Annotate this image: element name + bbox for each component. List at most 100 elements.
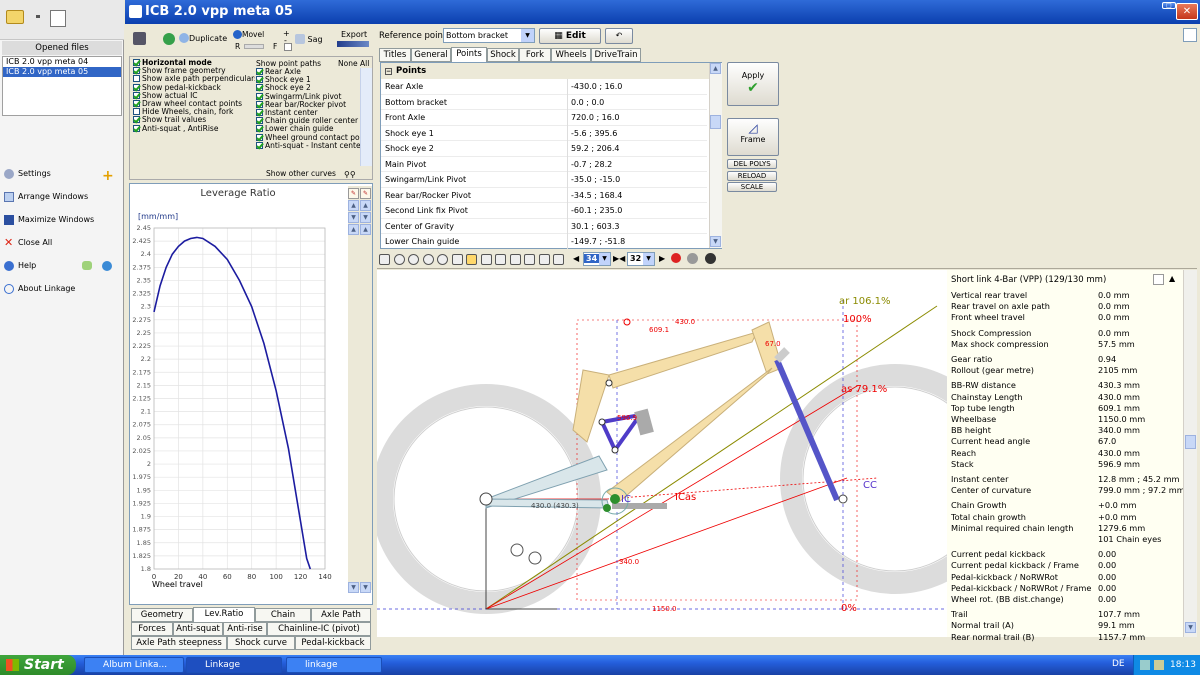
point-paths-scrollbar[interactable] xyxy=(360,68,372,166)
dropdown-arrow-icon[interactable] xyxy=(36,15,40,18)
bike-tool-icon[interactable] xyxy=(133,32,146,45)
r-slider[interactable] xyxy=(244,44,264,49)
checkbox[interactable] xyxy=(133,67,140,75)
path-item[interactable]: Rear bar/Rocker pivot xyxy=(256,100,372,109)
chat-icon[interactable] xyxy=(82,261,92,270)
tab-chainline-offset[interactable]: Chainline-IC (pivot) offset xyxy=(267,622,371,647)
path-item[interactable]: Shock eye 2 xyxy=(256,84,372,92)
task-linkage-folder[interactable]: linkage xyxy=(286,657,382,673)
point-value[interactable]: -149.7 ; -51.8 xyxy=(571,234,625,249)
pencil-alt-tool-icon[interactable]: ✎ xyxy=(360,188,371,199)
point-row[interactable]: Front Axle 720.0 ; 16.0 xyxy=(381,110,707,126)
network-icon[interactable] xyxy=(1154,660,1164,670)
task-album[interactable]: Album Linka... xyxy=(84,657,184,673)
scale-button[interactable]: SCALE xyxy=(727,182,777,192)
point-value[interactable]: 720.0 ; 16.0 xyxy=(571,110,620,125)
scroll-up-icon[interactable]: ▲ xyxy=(348,224,359,235)
restore-button[interactable]: □ xyxy=(1162,2,1176,9)
point-row[interactable]: Lower Chain guide -149.7 ; -51.8 xyxy=(381,234,707,249)
globe-icon[interactable] xyxy=(163,33,175,45)
tab-anti-squat[interactable]: Anti-squat xyxy=(173,622,223,636)
tab-axle-path[interactable]: Axle Path xyxy=(311,608,371,622)
point-row[interactable]: Swingarm/Link Pivot -35.0 ; -15.0 xyxy=(381,172,707,188)
path-item[interactable]: Wheel ground contact po xyxy=(256,133,372,142)
bike-drawing-area[interactable]: ar 106.1% 100% as 79.1% 0% IC ICas CC 60… xyxy=(377,270,947,637)
path-item[interactable]: Swingarm/Link pivot xyxy=(256,92,372,101)
checkbox[interactable] xyxy=(133,99,140,107)
disc-icon[interactable] xyxy=(687,253,698,264)
undo-button[interactable]: ↶ xyxy=(605,28,633,44)
tab-axle-steepness[interactable]: Axle Path steepness xyxy=(131,636,227,650)
pencil-tool-icon[interactable]: ✎ xyxy=(348,188,359,199)
grid-toggle-icon[interactable] xyxy=(524,254,535,265)
all-link[interactable]: All xyxy=(360,59,369,68)
copy-icon[interactable] xyxy=(538,254,550,265)
new-file-icon[interactable] xyxy=(50,10,66,27)
arrow-up-icon[interactable]: ▲ xyxy=(348,200,359,211)
arrow-down-icon[interactable]: ▼ xyxy=(360,212,371,223)
zoom-fit-icon[interactable] xyxy=(422,254,434,265)
none-link[interactable]: None xyxy=(338,59,358,68)
f-checkbox[interactable] xyxy=(284,43,292,51)
tab-drivetrain[interactable]: DriveTrain xyxy=(591,48,641,62)
point-value[interactable]: -35.0 ; -15.0 xyxy=(571,172,620,187)
collapse-icon[interactable]: − xyxy=(385,68,392,75)
apply-button[interactable]: Apply ✔ xyxy=(727,62,779,106)
next-arrow-icon[interactable]: ▶ xyxy=(659,254,665,263)
scroll-thumb[interactable] xyxy=(1185,435,1196,449)
duplicate-button[interactable]: Duplicate xyxy=(179,33,227,43)
scroll-up-icon[interactable]: ▲ xyxy=(710,63,721,74)
option-anti-squat[interactable]: Anti-squat , AntiRise xyxy=(133,124,255,133)
tab-wheels[interactable]: Wheels xyxy=(551,48,591,62)
checkbox[interactable] xyxy=(133,75,140,83)
point-value[interactable]: -34.5 ; 168.4 xyxy=(571,188,622,203)
sag-button[interactable]: Sag xyxy=(295,34,323,44)
menu-maximize-windows[interactable]: Maximize Windows xyxy=(2,211,122,229)
volume-icon[interactable] xyxy=(1140,660,1150,670)
option-horizontal-mode[interactable]: Horizontal mode xyxy=(133,59,255,67)
menu-settings[interactable]: Settings + xyxy=(2,165,122,185)
point-row[interactable]: Second Link fix Pivot -60.1 ; 235.0 xyxy=(381,203,707,219)
path-item[interactable]: Instant center xyxy=(256,108,372,117)
checkbox[interactable] xyxy=(133,59,140,66)
reference-select[interactable]: Bottom bracket ▼ xyxy=(443,28,535,43)
split-icon[interactable] xyxy=(1153,274,1164,285)
tab-general[interactable]: General xyxy=(411,48,451,62)
menu-help[interactable]: Help xyxy=(2,257,122,275)
point-value[interactable]: 0.0 ; 0.0 xyxy=(571,95,604,110)
plus-icon[interactable]: + xyxy=(102,167,114,185)
pen-icon[interactable] xyxy=(451,254,463,265)
point-row[interactable]: Center of Gravity 30.1 ; 603.3 xyxy=(381,219,707,234)
menu-close-all[interactable]: ✕ Close All xyxy=(2,234,122,252)
next-arrow-icon[interactable]: ▶◀ xyxy=(613,254,625,263)
option-hide-wheels[interactable]: Hide Wheels, chain, fork xyxy=(133,108,255,116)
del-polys-button[interactable]: DEL POLYS xyxy=(727,159,777,169)
tab-lev-ratio[interactable]: Lev.Ratio xyxy=(193,607,255,622)
tab-anti-rise[interactable]: Anti-rise xyxy=(223,622,267,636)
points-scrollbar[interactable]: ▲ ▼ xyxy=(709,63,722,248)
tab-shock[interactable]: Shock xyxy=(487,48,519,62)
grid-icon[interactable] xyxy=(379,254,390,265)
hand-icon[interactable] xyxy=(466,254,477,265)
checkbox[interactable] xyxy=(133,108,140,116)
refresh-icon[interactable] xyxy=(553,254,564,265)
option-frame-geometry[interactable]: Show frame geometry xyxy=(133,67,255,75)
checkbox[interactable] xyxy=(133,124,140,132)
globe-icon[interactable] xyxy=(102,261,112,271)
frame-button[interactable]: ◿ Frame xyxy=(727,118,779,156)
path-item[interactable]: Chain guide roller center xyxy=(256,117,372,125)
scroll-up-icon[interactable]: ▲ xyxy=(360,224,371,235)
option-contact-points[interactable]: Draw wheel contact points xyxy=(133,99,255,108)
pin-icon[interactable] xyxy=(671,253,681,263)
tab-titles[interactable]: Titles xyxy=(379,48,411,62)
move-icon[interactable] xyxy=(480,254,492,265)
menu-about[interactable]: About Linkage xyxy=(2,280,122,298)
checkbox[interactable] xyxy=(133,83,140,91)
path-item[interactable]: Lower chain guide xyxy=(256,125,372,133)
path-item[interactable]: Shock eye 1 xyxy=(256,76,372,84)
tab-fork[interactable]: Fork xyxy=(519,48,551,62)
nav-right-select[interactable]: 32 ▼ xyxy=(627,252,655,266)
tab-pedal-kickback[interactable]: Pedal-kickback xyxy=(295,636,371,650)
chain-icon[interactable] xyxy=(509,254,521,265)
scroll-down-icon[interactable]: ▼ xyxy=(710,236,721,247)
